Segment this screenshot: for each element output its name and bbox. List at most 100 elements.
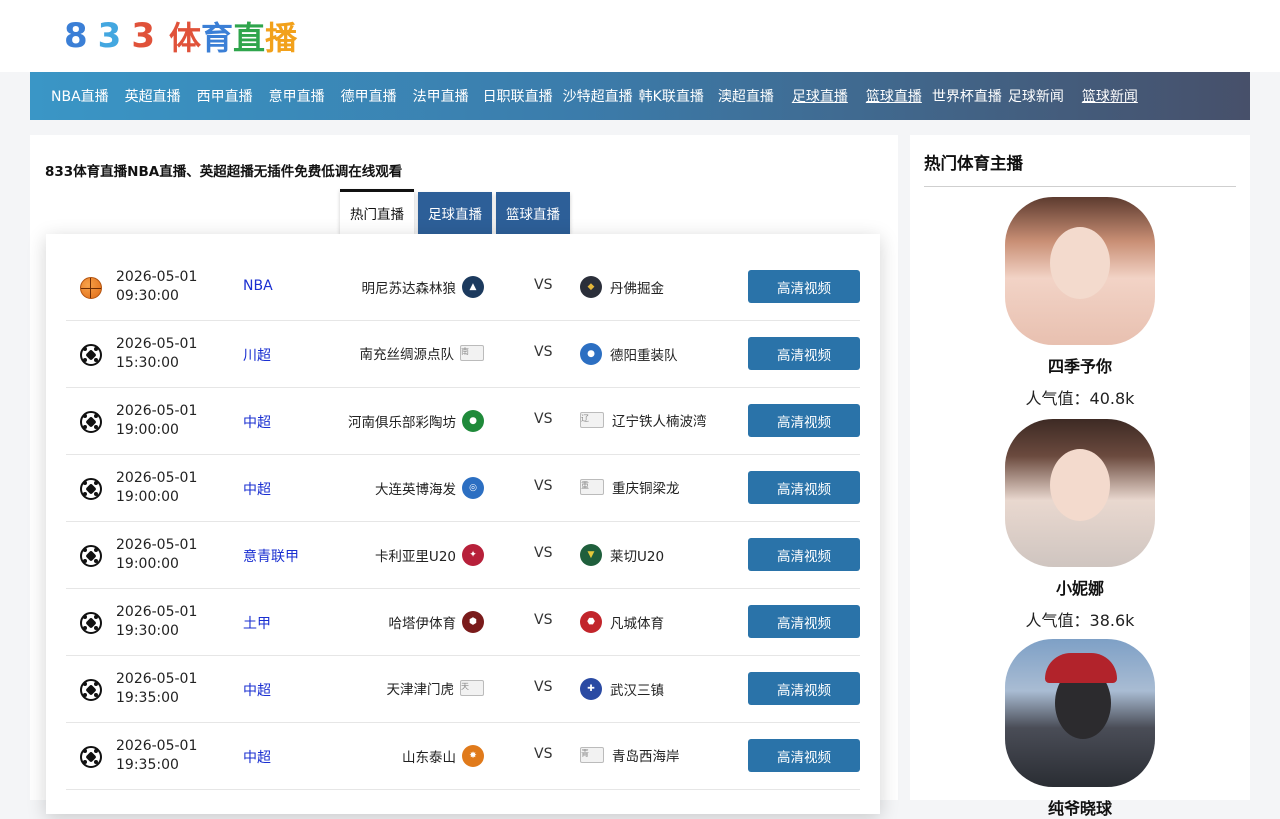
home-team-name: 天津津门虎 — [386, 682, 455, 698]
basketball-icon — [80, 277, 102, 299]
home-team-name: 哈塔伊体育 — [388, 616, 457, 632]
hd-video-button[interactable]: 高清视频 — [748, 605, 860, 638]
match-row: 2026-05-01 19:35:00 中超 天津津门虎天 VS ✚ 武汉三镇 高清… — [66, 656, 860, 723]
match-datetime: 2026-05-01 19:30:00 — [116, 603, 197, 641]
divider — [924, 186, 1236, 187]
soccer-icon — [80, 411, 102, 433]
match-row: 2026-05-01 15:30:00 川超 南充丝绸源点队南 VS ● 德阳重装队… — [66, 321, 860, 388]
nav-item-bundesliga[interactable]: 德甲直播 — [334, 86, 404, 106]
host-name[interactable]: 小妮娜 — [910, 575, 1250, 599]
hd-video-button[interactable]: 高清视频 — [748, 270, 860, 303]
home-team-name: 南充丝绸源点队 — [359, 347, 455, 363]
sidebar-hosts: 热门体育主播 四季予你 人气值：40.8k 小妮娜 人气值：38.6k 纯爷晓球 — [910, 135, 1250, 818]
logo-digit: 3 — [131, 16, 160, 56]
nav-item-saudi-league[interactable]: 沙特超直播 — [560, 86, 636, 106]
nav-item-basketball[interactable]: 篮球直播 — [859, 86, 929, 106]
league-link[interactable]: 中超 — [243, 412, 271, 432]
nav-item-j-league[interactable]: 日职联直播 — [476, 86, 560, 106]
away-team-name: 莱切U20 — [610, 549, 665, 565]
match-datetime: 2026-05-01 09:30:00 — [116, 268, 197, 306]
match-date: 2026-05-01 — [116, 336, 198, 352]
vs-label: VS — [534, 277, 553, 293]
host-popularity: 人气值：38.6k — [1025, 611, 1135, 630]
league-link[interactable]: NBA — [243, 278, 273, 294]
hd-video-button[interactable]: 高清视频 — [748, 538, 860, 571]
match-tabs: 热门直播 足球直播 篮球直播 — [340, 189, 574, 234]
top-header: 8 3 3 体育直播 — [0, 0, 1280, 72]
nav-item-a-league[interactable]: 澳超直播 — [711, 86, 781, 106]
match-time: 19:35:00 — [116, 690, 179, 706]
nav-item-serie-a[interactable]: 意甲直播 — [262, 86, 332, 106]
team-logo-icon: ● — [580, 343, 602, 365]
league-link[interactable]: 意青联甲 — [243, 546, 299, 566]
nav-item-football[interactable]: 足球直播 — [785, 86, 855, 106]
match-date: 2026-05-01 — [116, 671, 198, 687]
host-avatar[interactable] — [1005, 419, 1155, 567]
hd-video-button[interactable]: 高清视频 — [748, 471, 860, 504]
nav-item-world-cup[interactable]: 世界杯直播 — [929, 86, 1005, 106]
soccer-icon — [80, 545, 102, 567]
host-avatar[interactable] — [1005, 639, 1155, 787]
logo-digit: 8 — [64, 16, 92, 56]
nav-item-la-liga[interactable]: 西甲直播 — [190, 86, 260, 106]
nav-item-nba[interactable]: NBA直播 — [44, 86, 116, 106]
match-time: 15:30:00 — [116, 355, 179, 371]
home-team: 山东泰山 ✸ — [402, 745, 484, 767]
sidebar-title: 热门体育主播 — [924, 154, 1023, 173]
tab-basketball-live[interactable]: 篮球直播 — [496, 192, 570, 234]
host-name[interactable]: 四季予你 — [910, 353, 1250, 377]
home-team: 明尼苏达森林狼 ▲ — [361, 276, 484, 298]
home-team-name: 明尼苏达森林狼 — [361, 281, 457, 297]
hd-video-button[interactable]: 高清视频 — [748, 404, 860, 437]
match-datetime: 2026-05-01 19:35:00 — [116, 737, 197, 775]
hd-video-button[interactable]: 高清视频 — [748, 672, 860, 705]
nav-item-k-league[interactable]: 韩K联直播 — [636, 86, 707, 106]
soccer-icon — [80, 746, 102, 768]
nav-item-football-news[interactable]: 足球新闻 — [1005, 86, 1067, 106]
soccer-icon — [80, 344, 102, 366]
match-time: 19:00:00 — [116, 489, 179, 505]
match-row: 2026-05-01 19:35:00 中超 山东泰山 ✸ VS 青青岛西海岸 高清… — [66, 723, 860, 790]
host-name[interactable]: 纯爷晓球 — [910, 795, 1250, 819]
vs-label: VS — [534, 344, 553, 360]
hd-video-button[interactable]: 高清视频 — [748, 337, 860, 370]
match-date: 2026-05-01 — [116, 403, 198, 419]
broken-image-icon: 天 — [460, 680, 484, 696]
match-date: 2026-05-01 — [116, 537, 198, 553]
host-avatar[interactable] — [1005, 197, 1155, 345]
league-link[interactable]: 川超 — [243, 345, 271, 365]
logo-char: 育 — [201, 19, 234, 57]
league-link[interactable]: 中超 — [243, 747, 271, 767]
home-team: 卡利亚里U20 ✦ — [375, 544, 484, 566]
home-team: 河南俱乐部彩陶坊 ● — [348, 410, 484, 432]
nav-item-basketball-news[interactable]: 篮球新闻 — [1075, 86, 1145, 106]
match-datetime: 2026-05-01 19:00:00 — [116, 402, 197, 440]
home-team: 大连英博海发 ◎ — [375, 477, 484, 499]
logo-char: 直 — [233, 19, 266, 57]
home-team-name: 河南俱乐部彩陶坊 — [348, 415, 456, 431]
site-logo[interactable]: 8 3 3 体育直播 — [64, 14, 297, 58]
nav-item-premier-league[interactable]: 英超直播 — [118, 86, 188, 106]
logo-text: 体育直播 — [169, 13, 297, 59]
away-team: ✚ 武汉三镇 — [580, 678, 664, 700]
away-team: 青青岛西海岸 — [580, 745, 680, 765]
match-date: 2026-05-01 — [116, 470, 198, 486]
league-link[interactable]: 土甲 — [243, 613, 271, 633]
hd-video-button[interactable]: 高清视频 — [748, 739, 860, 772]
away-team-name: 青岛西海岸 — [612, 749, 680, 765]
match-list: 2026-05-01 09:30:00 NBA 明尼苏达森林狼 ▲ VS ◆ 丹佛掘金… — [46, 234, 880, 814]
tab-hot-live[interactable]: 热门直播 — [340, 189, 414, 234]
team-logo-icon: ⬣ — [580, 611, 602, 633]
league-link[interactable]: 中超 — [243, 680, 271, 700]
avatar-face — [1050, 449, 1110, 521]
match-row: 2026-05-01 19:00:00 中超 河南俱乐部彩陶坊 ● VS 辽辽宁铁人… — [66, 388, 860, 455]
tab-football-live[interactable]: 足球直播 — [418, 192, 492, 234]
nav-item-ligue-1[interactable]: 法甲直播 — [406, 86, 476, 106]
match-row: 2026-05-01 09:30:00 NBA 明尼苏达森林狼 ▲ VS ◆ 丹佛掘金… — [66, 254, 860, 321]
team-logo-icon: ✚ — [580, 678, 602, 700]
match-time: 19:00:00 — [116, 556, 179, 572]
broken-image-icon: 青 — [580, 747, 604, 763]
away-team-name: 凡城体育 — [610, 616, 664, 632]
away-team: 辽辽宁铁人楠波湾 — [580, 410, 707, 430]
league-link[interactable]: 中超 — [243, 479, 271, 499]
